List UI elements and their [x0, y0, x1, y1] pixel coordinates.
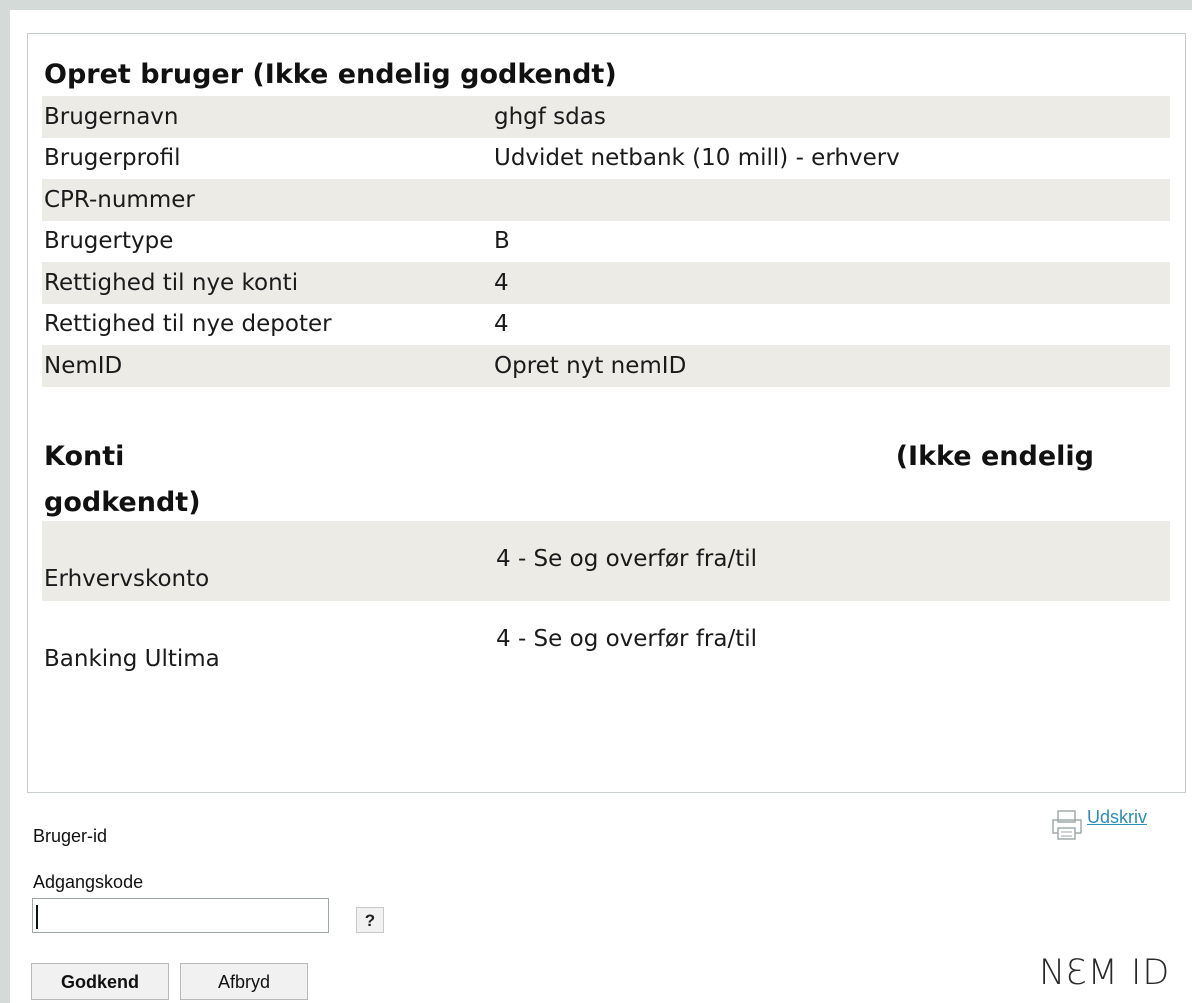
info-row-account-rights: Rettighed til nye konti 4	[42, 262, 1170, 304]
info-value: 4	[494, 269, 509, 296]
account-name: Erhvervskonto	[44, 566, 210, 592]
nemid-logo: NƐM ID	[1039, 953, 1187, 997]
accounts-title: Konti	[44, 441, 125, 472]
info-value: 4	[494, 311, 509, 338]
cancel-button[interactable]: Afbryd	[180, 963, 308, 1000]
help-button[interactable]: ?	[356, 907, 384, 933]
info-label: NemID	[44, 352, 123, 379]
accounts-status: (Ikke endelig	[895, 441, 1094, 472]
info-value: ghgf sdas	[494, 103, 606, 130]
info-row-depot-rights: Rettighed til nye depoter 4	[42, 304, 1170, 346]
accounts-status-continued: godkendt)	[44, 487, 201, 518]
summary-panel: Opret bruger (Ikke endelig godkendt) Bru…	[27, 33, 1186, 793]
info-label: Brugernavn	[44, 103, 179, 130]
info-label: Rettighed til nye konti	[44, 269, 299, 296]
printer-icon[interactable]	[1050, 808, 1084, 842]
user-id-label: Bruger-id	[33, 826, 108, 846]
info-row-profile: Brugerprofil Udvidet netbank (10 mill) -…	[42, 138, 1170, 180]
info-label: Rettighed til nye depoter	[44, 311, 332, 338]
account-permission: 4 - Se og overfør fra/til	[496, 546, 758, 572]
user-info-table: Brugernavn ghgf sdas Brugerprofil Udvide…	[42, 96, 1170, 387]
print-action[interactable]: Udskriv	[1050, 806, 1147, 842]
page-title: Opret bruger (Ikke endelig godkendt)	[44, 59, 617, 90]
info-row-nemid: NemID Opret nyt nemID	[42, 345, 1170, 387]
info-label: Brugertype	[44, 228, 174, 255]
account-row: Banking Ultima 4 - Se og overfør fra/til	[42, 601, 1170, 681]
account-name: Banking Ultima	[44, 646, 220, 672]
info-label: Brugerprofil	[44, 145, 181, 172]
info-value: B	[494, 228, 510, 255]
accounts-list: Erhvervskonto 4 - Se og overfør fra/til …	[42, 521, 1170, 681]
info-label: CPR-nummer	[44, 186, 195, 213]
info-row-cpr: CPR-nummer	[42, 179, 1170, 221]
info-value: Opret nyt nemID	[494, 352, 687, 379]
nemid-logo-text: NƐM ID	[1039, 953, 1171, 993]
password-label: Adgangskode	[33, 872, 144, 892]
account-row: Erhvervskonto 4 - Se og overfør fra/til	[42, 521, 1170, 601]
info-value: Udvidet netbank (10 mill) - erhverv	[494, 145, 900, 172]
password-field[interactable]	[32, 898, 329, 933]
info-row-user-type: Brugertype B	[42, 221, 1170, 263]
account-permission: 4 - Se og overfør fra/til	[496, 626, 758, 652]
print-link[interactable]: Udskriv	[1087, 807, 1147, 828]
info-row-username: Brugernavn ghgf sdas	[42, 96, 1170, 138]
approve-button[interactable]: Godkend	[31, 963, 169, 1000]
text-cursor	[36, 905, 38, 929]
